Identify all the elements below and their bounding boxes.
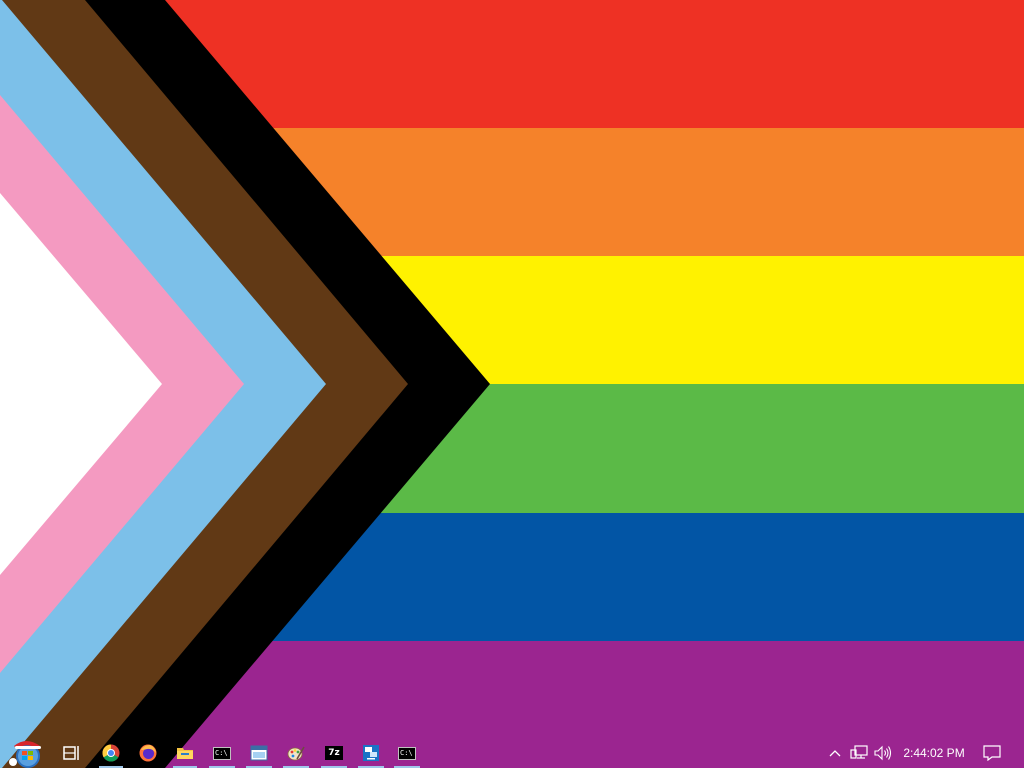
7zip-icon: 7z xyxy=(325,746,343,760)
paint-icon xyxy=(287,746,305,761)
chrome-icon xyxy=(102,744,120,762)
start-button[interactable] xyxy=(4,738,48,768)
taskbar-app-chrome[interactable] xyxy=(96,738,126,768)
action-center-button[interactable] xyxy=(978,738,1006,768)
command-prompt-icon: C:\ xyxy=(398,746,416,760)
taskbar-app-remote-desktop[interactable] xyxy=(355,738,387,768)
firefox-icon xyxy=(139,744,157,762)
taskbar-app-command-prompt-2[interactable]: C:\ xyxy=(391,738,423,768)
volume-icon xyxy=(874,745,892,761)
desktop: C:\ 7z C:\ 2:44:02 PM xyxy=(0,0,1024,768)
task-view-icon xyxy=(63,746,79,760)
window-app-icon xyxy=(250,745,268,761)
remote-desktop-icon xyxy=(363,745,379,761)
windows-start-orb-santa-icon xyxy=(9,741,41,768)
action-center-icon xyxy=(983,745,1001,761)
volume-button[interactable] xyxy=(873,738,893,768)
show-hidden-icons-button[interactable] xyxy=(826,738,844,768)
command-prompt-icon: C:\ xyxy=(213,746,231,760)
network-icon xyxy=(850,745,868,759)
taskbar-app-firefox[interactable] xyxy=(133,738,163,768)
taskbar-app-paint[interactable] xyxy=(280,738,312,768)
taskbar-app-command-prompt[interactable]: C:\ xyxy=(206,738,238,768)
network-button[interactable] xyxy=(849,738,869,768)
file-explorer-icon xyxy=(177,748,193,759)
task-view-button[interactable] xyxy=(56,738,88,768)
chevron-up-icon xyxy=(829,750,841,757)
taskbar-app-window[interactable] xyxy=(243,738,275,768)
taskbar-app-7zip[interactable]: 7z xyxy=(318,738,350,768)
wallpaper-progress-pride-flag xyxy=(0,0,1024,768)
clock[interactable]: 2:44:02 PM xyxy=(901,738,967,768)
taskbar: C:\ 7z C:\ 2:44:02 PM xyxy=(0,738,1024,768)
taskbar-app-file-explorer[interactable] xyxy=(170,738,200,768)
